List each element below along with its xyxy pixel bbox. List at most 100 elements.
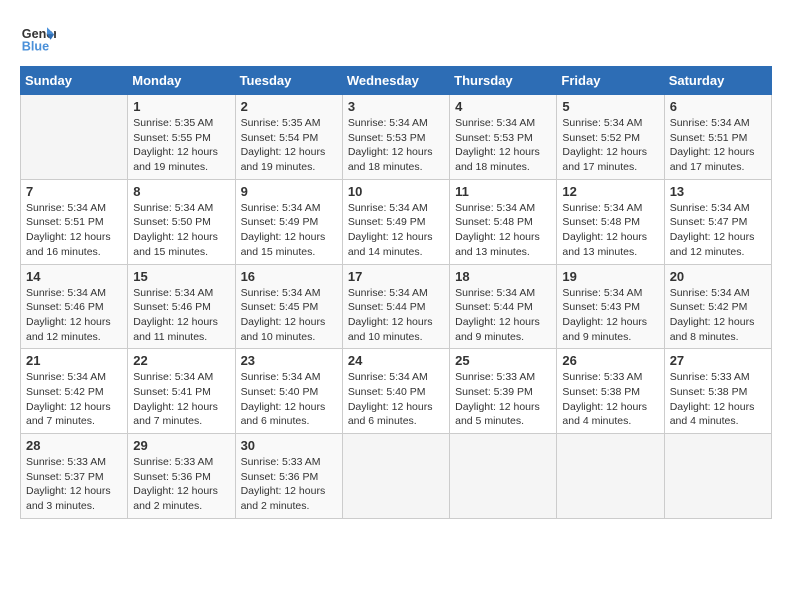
- day-number: 3: [348, 99, 444, 114]
- day-number: 24: [348, 353, 444, 368]
- calendar-cell: [342, 434, 449, 519]
- day-number: 20: [670, 269, 766, 284]
- cell-sun-info: Sunrise: 5:34 AMSunset: 5:49 PMDaylight:…: [241, 201, 337, 260]
- day-number: 25: [455, 353, 551, 368]
- day-number: 2: [241, 99, 337, 114]
- calendar-cell: 25 Sunrise: 5:33 AMSunset: 5:39 PMDayligh…: [450, 349, 557, 434]
- calendar-cell: 14Sunrise: 5:34 AMSunset: 5:46 PMDayligh…: [21, 264, 128, 349]
- cell-sun-info: Sunrise: 5:34 AMSunset: 5:49 PMDaylight:…: [348, 201, 444, 260]
- calendar-cell: 20 Sunrise: 5:34 AMSunset: 5:42 PMDayligh…: [664, 264, 771, 349]
- day-number: 28: [26, 438, 122, 453]
- calendar-cell: 7 Sunrise: 5:34 AMSunset: 5:51 PMDaylight…: [21, 179, 128, 264]
- calendar-cell: 30 Sunrise: 5:33 AMSunset: 5:36 PMDayligh…: [235, 434, 342, 519]
- header: General Blue: [20, 20, 772, 56]
- weekday-header-saturday: Saturday: [664, 67, 771, 95]
- day-number: 7: [26, 184, 122, 199]
- calendar-cell: 18Sunrise: 5:34 AMSunset: 5:44 PMDayligh…: [450, 264, 557, 349]
- calendar-cell: 22 Sunrise: 5:34 AMSunset: 5:41 PMDayligh…: [128, 349, 235, 434]
- day-number: 13: [670, 184, 766, 199]
- weekday-header-thursday: Thursday: [450, 67, 557, 95]
- day-number: 26: [562, 353, 658, 368]
- cell-sun-info: Sunrise: 5:33 AMSunset: 5:39 PMDaylight:…: [455, 370, 551, 429]
- calendar-cell: [450, 434, 557, 519]
- cell-sun-info: Sunrise: 5:34 AMSunset: 5:45 PMDaylight:…: [241, 286, 337, 345]
- cell-sun-info: Sunrise: 5:34 AMSunset: 5:41 PMDaylight:…: [133, 370, 229, 429]
- cell-sun-info: Sunrise: 5:34 AMSunset: 5:46 PMDaylight:…: [26, 286, 122, 345]
- calendar-cell: 10 Sunrise: 5:34 AMSunset: 5:49 PMDayligh…: [342, 179, 449, 264]
- cell-sun-info: Sunrise: 5:34 AMSunset: 5:52 PMDaylight:…: [562, 116, 658, 175]
- calendar-cell: 4Sunrise: 5:34 AMSunset: 5:53 PMDaylight…: [450, 95, 557, 180]
- calendar-cell: 27Sunrise: 5:33 AMSunset: 5:38 PMDayligh…: [664, 349, 771, 434]
- calendar-cell: 28Sunrise: 5:33 AMSunset: 5:37 PMDayligh…: [21, 434, 128, 519]
- cell-sun-info: Sunrise: 5:34 AMSunset: 5:46 PMDaylight:…: [133, 286, 229, 345]
- cell-sun-info: Sunrise: 5:35 AMSunset: 5:54 PMDaylight:…: [241, 116, 337, 175]
- cell-sun-info: Sunrise: 5:33 AMSunset: 5:36 PMDaylight:…: [133, 455, 229, 514]
- logo-icon: General Blue: [20, 20, 56, 56]
- day-number: 23: [241, 353, 337, 368]
- calendar-cell: 19 Sunrise: 5:34 AMSunset: 5:43 PMDayligh…: [557, 264, 664, 349]
- cell-sun-info: Sunrise: 5:34 AMSunset: 5:51 PMDaylight:…: [670, 116, 766, 175]
- day-number: 8: [133, 184, 229, 199]
- day-number: 29: [133, 438, 229, 453]
- calendar-cell: [557, 434, 664, 519]
- day-number: 1: [133, 99, 229, 114]
- calendar-cell: 12 Sunrise: 5:34 AMSunset: 5:48 PMDayligh…: [557, 179, 664, 264]
- day-number: 21: [26, 353, 122, 368]
- calendar-cell: 3Sunrise: 5:34 AMSunset: 5:53 PMDaylight…: [342, 95, 449, 180]
- calendar-cell: 26 Sunrise: 5:33 AMSunset: 5:38 PMDayligh…: [557, 349, 664, 434]
- calendar-cell: 6 Sunrise: 5:34 AMSunset: 5:51 PMDaylight…: [664, 95, 771, 180]
- week-row-0: 1 Sunrise: 5:35 AMSunset: 5:55 PMDaylight…: [21, 95, 772, 180]
- day-number: 9: [241, 184, 337, 199]
- cell-sun-info: Sunrise: 5:34 AMSunset: 5:47 PMDaylight:…: [670, 201, 766, 260]
- day-number: 11: [455, 184, 551, 199]
- day-number: 6: [670, 99, 766, 114]
- cell-sun-info: Sunrise: 5:35 AMSunset: 5:55 PMDaylight:…: [133, 116, 229, 175]
- weekday-header-monday: Monday: [128, 67, 235, 95]
- calendar-cell: 8Sunrise: 5:34 AMSunset: 5:50 PMDaylight…: [128, 179, 235, 264]
- day-number: 22: [133, 353, 229, 368]
- cell-sun-info: Sunrise: 5:34 AMSunset: 5:40 PMDaylight:…: [241, 370, 337, 429]
- cell-sun-info: Sunrise: 5:33 AMSunset: 5:36 PMDaylight:…: [241, 455, 337, 514]
- calendar-cell: 23 Sunrise: 5:34 AMSunset: 5:40 PMDayligh…: [235, 349, 342, 434]
- day-number: 19: [562, 269, 658, 284]
- calendar-cell: [664, 434, 771, 519]
- cell-sun-info: Sunrise: 5:34 AMSunset: 5:51 PMDaylight:…: [26, 201, 122, 260]
- week-row-3: 21 Sunrise: 5:34 AMSunset: 5:42 PMDayligh…: [21, 349, 772, 434]
- calendar-cell: 24 Sunrise: 5:34 AMSunset: 5:40 PMDayligh…: [342, 349, 449, 434]
- day-number: 12: [562, 184, 658, 199]
- day-number: 15: [133, 269, 229, 284]
- cell-sun-info: Sunrise: 5:33 AMSunset: 5:38 PMDaylight:…: [562, 370, 658, 429]
- day-number: 27: [670, 353, 766, 368]
- calendar-cell: 15 Sunrise: 5:34 AMSunset: 5:46 PMDayligh…: [128, 264, 235, 349]
- weekday-header-wednesday: Wednesday: [342, 67, 449, 95]
- day-number: 5: [562, 99, 658, 114]
- logo: General Blue: [20, 20, 60, 56]
- cell-sun-info: Sunrise: 5:34 AMSunset: 5:48 PMDaylight:…: [455, 201, 551, 260]
- weekday-header-tuesday: Tuesday: [235, 67, 342, 95]
- cell-sun-info: Sunrise: 5:34 AMSunset: 5:53 PMDaylight:…: [455, 116, 551, 175]
- calendar-cell: 5 Sunrise: 5:34 AMSunset: 5:52 PMDaylight…: [557, 95, 664, 180]
- week-row-2: 14Sunrise: 5:34 AMSunset: 5:46 PMDayligh…: [21, 264, 772, 349]
- svg-text:Blue: Blue: [22, 40, 49, 54]
- calendar-cell: 29 Sunrise: 5:33 AMSunset: 5:36 PMDayligh…: [128, 434, 235, 519]
- calendar-cell: 9 Sunrise: 5:34 AMSunset: 5:49 PMDaylight…: [235, 179, 342, 264]
- cell-sun-info: Sunrise: 5:34 AMSunset: 5:40 PMDaylight:…: [348, 370, 444, 429]
- cell-sun-info: Sunrise: 5:34 AMSunset: 5:42 PMDaylight:…: [670, 286, 766, 345]
- cell-sun-info: Sunrise: 5:34 AMSunset: 5:48 PMDaylight:…: [562, 201, 658, 260]
- day-number: 17: [348, 269, 444, 284]
- calendar-cell: 13 Sunrise: 5:34 AMSunset: 5:47 PMDayligh…: [664, 179, 771, 264]
- cell-sun-info: Sunrise: 5:34 AMSunset: 5:42 PMDaylight:…: [26, 370, 122, 429]
- cell-sun-info: Sunrise: 5:34 AMSunset: 5:43 PMDaylight:…: [562, 286, 658, 345]
- cell-sun-info: Sunrise: 5:34 AMSunset: 5:44 PMDaylight:…: [348, 286, 444, 345]
- week-row-4: 28Sunrise: 5:33 AMSunset: 5:37 PMDayligh…: [21, 434, 772, 519]
- calendar-cell: 21 Sunrise: 5:34 AMSunset: 5:42 PMDayligh…: [21, 349, 128, 434]
- calendar-cell: 16 Sunrise: 5:34 AMSunset: 5:45 PMDayligh…: [235, 264, 342, 349]
- calendar-cell: 2 Sunrise: 5:35 AMSunset: 5:54 PMDaylight…: [235, 95, 342, 180]
- day-number: 10: [348, 184, 444, 199]
- week-row-1: 7 Sunrise: 5:34 AMSunset: 5:51 PMDaylight…: [21, 179, 772, 264]
- day-number: 18: [455, 269, 551, 284]
- weekday-header-sunday: Sunday: [21, 67, 128, 95]
- day-number: 16: [241, 269, 337, 284]
- calendar-table: SundayMondayTuesdayWednesdayThursdayFrid…: [20, 66, 772, 519]
- day-number: 30: [241, 438, 337, 453]
